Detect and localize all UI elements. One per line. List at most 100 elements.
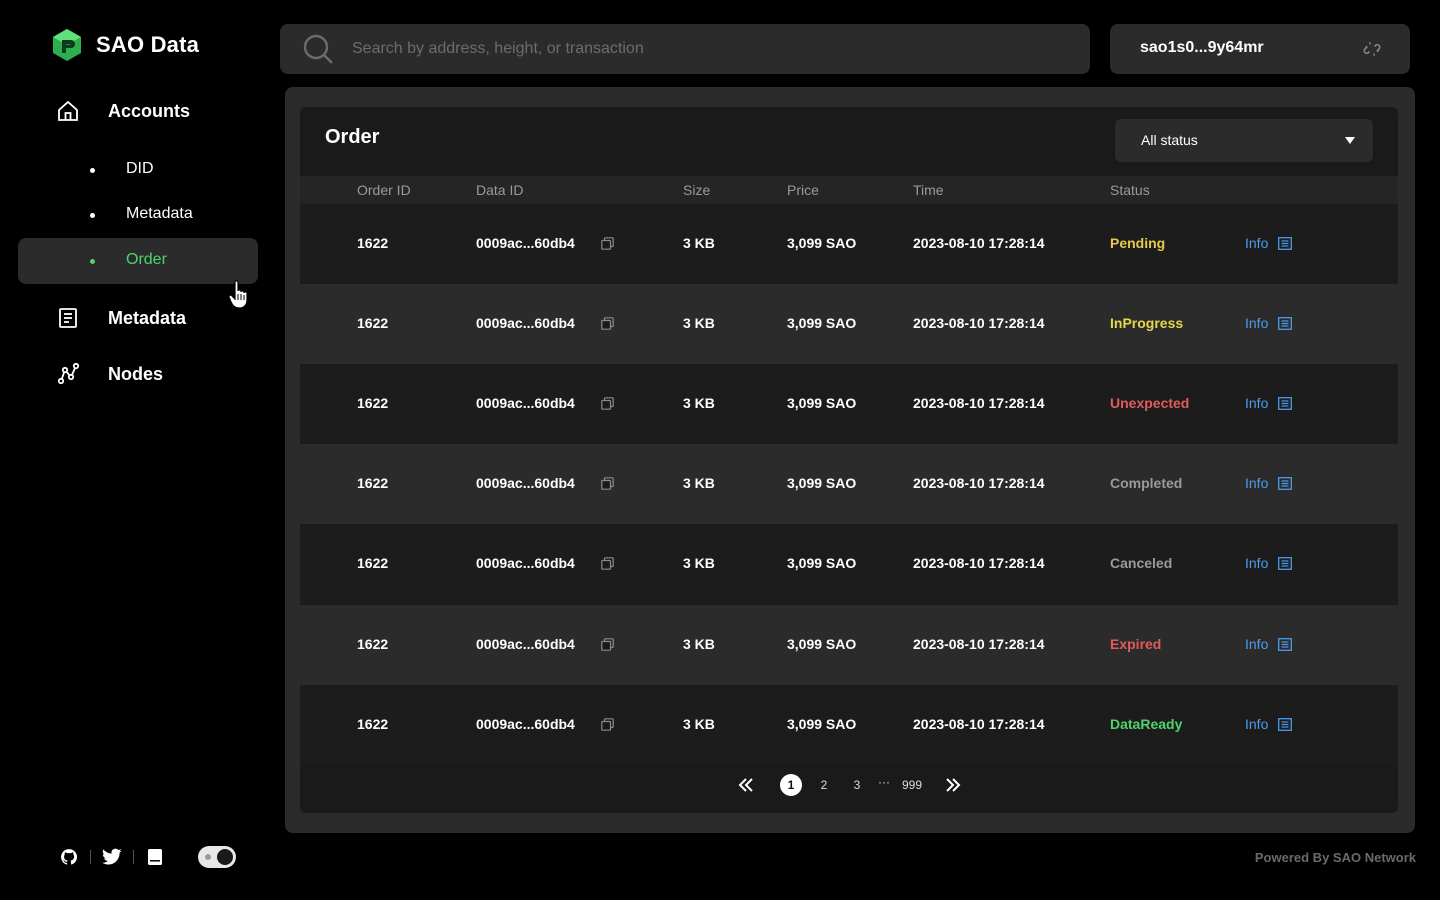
price-cell: 3,099 SAO bbox=[787, 475, 857, 491]
details-icon bbox=[1278, 236, 1293, 250]
table-row: 1622 0009ac...60db4 3 KB 3,099 SAO 2023-08-1… bbox=[300, 284, 1398, 364]
status-filter-dropdown[interactable]: All status bbox=[1115, 119, 1373, 162]
search-icon bbox=[303, 34, 333, 64]
price-cell: 3,099 SAO bbox=[787, 636, 857, 652]
details-icon bbox=[1278, 476, 1293, 490]
search-input[interactable] bbox=[350, 39, 1050, 59]
sidebar-item-did[interactable]: DID bbox=[18, 147, 258, 193]
info-link-label: Info bbox=[1245, 716, 1269, 732]
nav-nodes-label: Nodes bbox=[108, 363, 164, 384]
data-id-cell: 0009ac...60db4 bbox=[476, 716, 575, 732]
page-title: Order bbox=[325, 126, 380, 148]
column-header-size: Size bbox=[683, 182, 711, 198]
sidebar-item-order[interactable]: Order bbox=[18, 238, 258, 284]
chevron-down-icon bbox=[1345, 137, 1355, 144]
sidebar-item-label: Metadata bbox=[126, 205, 193, 222]
footer-links bbox=[58, 846, 236, 868]
data-id-cell: 0009ac...60db4 bbox=[476, 475, 575, 491]
nav-nodes[interactable]: Nodes bbox=[56, 362, 163, 386]
copy-icon[interactable] bbox=[601, 397, 614, 410]
status-badge: Canceled bbox=[1110, 555, 1173, 571]
table-row: 1622 0009ac...60db4 3 KB 3,099 SAO 2023-08-1… bbox=[300, 364, 1398, 444]
bullet-icon bbox=[90, 213, 95, 218]
sao-logo-icon bbox=[53, 29, 81, 61]
document-icon bbox=[59, 308, 77, 328]
info-link[interactable]: Info bbox=[1245, 716, 1293, 732]
last-page-icon[interactable] bbox=[944, 776, 962, 794]
page-button-999[interactable]: 999 bbox=[899, 774, 925, 796]
order-id-cell: 1622 bbox=[357, 315, 389, 331]
time-cell: 2023-08-10 17:28:14 bbox=[913, 636, 1045, 652]
price-cell: 3,099 SAO bbox=[787, 315, 857, 331]
order-id-cell: 1622 bbox=[357, 636, 389, 652]
time-cell: 2023-08-10 17:28:14 bbox=[913, 235, 1045, 251]
app-logo[interactable]: SAO Data bbox=[52, 28, 199, 62]
info-link[interactable]: Info bbox=[1245, 315, 1293, 331]
order-id-cell: 1622 bbox=[357, 716, 389, 732]
info-link[interactable]: Info bbox=[1245, 395, 1293, 411]
nav-accounts[interactable]: Accounts bbox=[56, 99, 190, 123]
details-icon bbox=[1278, 556, 1293, 570]
copy-icon[interactable] bbox=[601, 557, 614, 570]
order-id-cell: 1622 bbox=[357, 555, 389, 571]
price-cell: 3,099 SAO bbox=[787, 395, 857, 411]
table-row: 1622 0009ac...60db4 3 KB 3,099 SAO 2023-08-1… bbox=[300, 605, 1398, 685]
info-link-label: Info bbox=[1245, 235, 1269, 251]
status-badge: Completed bbox=[1110, 475, 1183, 491]
copy-icon[interactable] bbox=[601, 477, 614, 490]
page-button-2[interactable]: 2 bbox=[816, 774, 832, 796]
twitter-icon[interactable] bbox=[101, 846, 123, 868]
info-link-label: Info bbox=[1245, 475, 1269, 491]
size-cell: 3 KB bbox=[683, 235, 715, 251]
wallet-address: sao1s0...9y64mr bbox=[1140, 39, 1264, 56]
size-cell: 3 KB bbox=[683, 636, 715, 652]
status-badge: Pending bbox=[1110, 235, 1166, 251]
data-id-cell: 0009ac...60db4 bbox=[476, 555, 575, 571]
divider bbox=[133, 850, 134, 864]
status-badge: Unexpected bbox=[1110, 395, 1190, 411]
size-cell: 3 KB bbox=[683, 315, 715, 331]
price-cell: 3,099 SAO bbox=[787, 235, 857, 251]
copy-icon[interactable] bbox=[601, 638, 614, 651]
time-cell: 2023-08-10 17:28:14 bbox=[913, 395, 1045, 411]
sidebar-item-metadata[interactable]: Metadata bbox=[18, 192, 258, 238]
size-cell: 3 KB bbox=[683, 395, 715, 411]
sidebar-item-label: Order bbox=[126, 251, 167, 268]
divider bbox=[90, 850, 91, 864]
copy-icon[interactable] bbox=[601, 237, 614, 250]
bullet-icon bbox=[90, 259, 95, 264]
order-id-cell: 1622 bbox=[357, 475, 389, 491]
pagination: 1 2 3 ··· 999 bbox=[300, 774, 1398, 798]
book-icon[interactable] bbox=[144, 846, 166, 868]
theme-toggle[interactable] bbox=[198, 846, 236, 868]
order-id-cell: 1622 bbox=[357, 395, 389, 411]
page-button-1[interactable]: 1 bbox=[780, 774, 802, 796]
price-cell: 3,099 SAO bbox=[787, 555, 857, 571]
info-link-label: Info bbox=[1245, 636, 1269, 652]
time-cell: 2023-08-10 17:28:14 bbox=[913, 475, 1045, 491]
info-link[interactable]: Info bbox=[1245, 475, 1293, 491]
nav-metadata[interactable]: Metadata bbox=[56, 306, 186, 330]
table-row: 1622 0009ac...60db4 3 KB 3,099 SAO 2023-08-1… bbox=[300, 524, 1398, 604]
table-row: 1622 0009ac...60db4 3 KB 3,099 SAO 2023-08-1… bbox=[300, 685, 1398, 765]
info-link[interactable]: Info bbox=[1245, 235, 1293, 251]
github-icon[interactable] bbox=[58, 846, 80, 868]
info-link[interactable]: Info bbox=[1245, 555, 1293, 571]
info-link-label: Info bbox=[1245, 395, 1269, 411]
column-header-status: Status bbox=[1110, 182, 1150, 198]
status-filter-value: All status bbox=[1141, 132, 1198, 148]
copy-icon[interactable] bbox=[601, 317, 614, 330]
page-button-3[interactable]: 3 bbox=[849, 774, 865, 796]
wallet-address-box[interactable]: sao1s0...9y64mr bbox=[1110, 24, 1410, 74]
first-page-icon[interactable] bbox=[737, 776, 755, 794]
data-id-cell: 0009ac...60db4 bbox=[476, 315, 575, 331]
copy-icon[interactable] bbox=[601, 718, 614, 731]
nodes-icon bbox=[57, 362, 80, 385]
info-link-label: Info bbox=[1245, 315, 1269, 331]
unlink-icon[interactable] bbox=[1362, 39, 1382, 59]
table-row: 1622 0009ac...60db4 3 KB 3,099 SAO 2023-08-1… bbox=[300, 204, 1398, 284]
page-ellipsis: ··· bbox=[878, 775, 890, 789]
home-icon bbox=[58, 100, 78, 121]
search-bar[interactable] bbox=[280, 24, 1090, 74]
info-link[interactable]: Info bbox=[1245, 636, 1293, 652]
